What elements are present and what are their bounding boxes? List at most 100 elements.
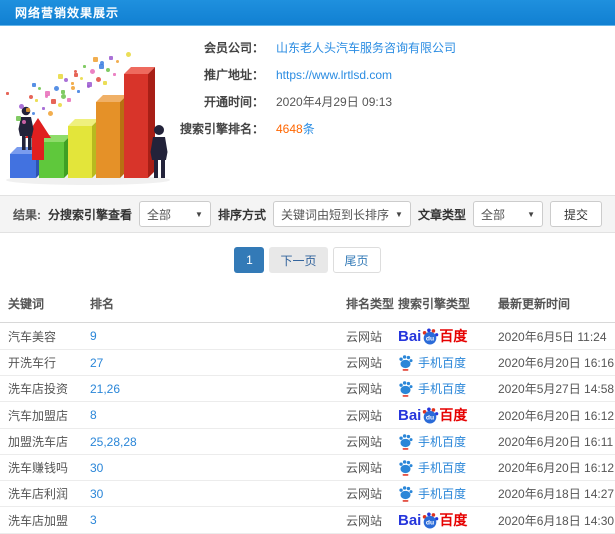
ranking-count-label: 搜索引擎排名： [179,122,264,136]
field-company: 会员公司： 山东老人头汽车服务咨询有限公司 [162,40,615,57]
submit-button[interactable]: 提交 [549,201,602,227]
rank-link[interactable]: 8 [90,408,97,422]
baidu-paw-icon: du [423,407,439,424]
chevron-down-icon: ▼ [395,209,403,219]
time-cell: 2020年6月20日 16:16 [498,349,615,376]
keyword-cell: 洗车店加盟 [0,506,90,534]
rank-link[interactable]: 30 [90,487,103,501]
keyword-cell: 加盟洗车店 [0,428,90,455]
engine-cell: 手机百度 [398,375,498,402]
rank-link[interactable]: 9 [90,329,97,343]
engine-cell: Bai du 百度 [398,322,498,350]
time-cell: 2020年6月20日 16:12 [498,401,615,429]
rank-link[interactable]: 25,28,28 [90,435,137,449]
baidu-paw-icon: du [423,512,439,529]
rank-cell: 8 [90,401,346,429]
mobile-baidu-badge: 手机百度 [398,459,466,476]
time-cell: 2020年5月27日 14:58 [498,375,615,402]
engine-cell: 手机百度 [398,349,498,376]
engine-filter-select[interactable]: 全部 ▼ [138,201,211,227]
rank-type-cell: 云网站 [346,480,398,507]
keyword-cell: 汽车加盟店 [0,401,90,429]
results-table-head: 关键词 排名 排名类型 搜索引擎类型 最新更新时间 [0,286,615,323]
mobile-baidu-paw-icon [399,381,413,397]
company-label: 会员公司： [203,41,264,55]
time-cell: 2020年6月20日 16:11 [498,428,615,455]
sort-filter-label: 排序方式 [217,207,266,222]
rank-type-cell: 云网站 [346,401,398,429]
engine-cell: Bai du 百度 [398,506,498,534]
time-cell: 2020年6月18日 14:30 [498,506,615,534]
next-page-button[interactable]: 下一页 [269,247,328,273]
open-time-label: 开通时间： [203,95,264,109]
header-rank-type: 排名类型 [346,286,398,323]
rank-cell: 27 [90,349,346,376]
table-row: 洗车店加盟 3 云网站 Bai du 百度 2020年6月18日 14:30 [0,506,615,534]
rank-type-cell: 云网站 [346,454,398,481]
rank-link[interactable]: 21,26 [90,382,120,396]
rank-link[interactable]: 3 [90,513,97,527]
mobile-baidu-paw-icon [399,355,413,371]
ranking-count-number: 4648 [276,122,303,136]
time-cell: 2020年6月5日 11:24 [498,322,615,350]
baidu-logo: Bai du 百度 [398,511,468,529]
results-table-body: 汽车美容 9 云网站 Bai du 百度 2020年6月5日 11:24 开洗车行 … [0,322,615,534]
results-table: 关键词 排名 排名类型 搜索引擎类型 最新更新时间 汽车美容 9 云网站 Bai… [0,286,615,534]
field-ranking-count: 搜索引擎排名： 4648条 [162,121,615,138]
rank-type-cell: 云网站 [346,428,398,455]
sort-filter-select[interactable]: 关键词由短到长排序 ▼ [272,201,411,227]
table-row: 汽车加盟店 8 云网站 Bai du 百度 2020年6月20日 16:12 [0,401,615,429]
rank-cell: 30 [90,454,346,481]
mobile-baidu-label: 手机百度 [418,435,467,449]
company-link[interactable]: 山东老人头汽车服务咨询有限公司 [276,40,456,57]
filter-controls: 分搜索引擎查看 全部 ▼ 排序方式 关键词由短到长排序 ▼ 文章类型 全部 ▼ … [48,201,602,227]
mobile-baidu-paw-icon [399,460,413,476]
promo-url-link[interactable]: https://www.lrtlsd.com [276,67,392,84]
rank-type-cell: 云网站 [346,375,398,402]
article-type-filter-value: 全部 [480,207,505,222]
svg-text:du: du [426,336,434,343]
engine-filter-value: 全部 [146,207,171,222]
table-row: 加盟洗车店 25,28,28 云网站 手机百度 2020年6月20日 16:11 [0,428,615,455]
page-1-button[interactable]: 1 [234,247,265,273]
mobile-baidu-label: 手机百度 [418,461,467,475]
chevron-down-icon: ▼ [527,209,535,219]
app-header: 网络营销效果展示 [0,0,615,26]
mobile-baidu-badge: 手机百度 [398,485,466,502]
result-section-label: 结果: [13,207,41,222]
rank-link[interactable]: 30 [90,461,103,475]
engine-cell: 手机百度 [398,480,498,507]
rank-cell: 3 [90,506,346,534]
svg-text:du: du [426,520,434,527]
time-cell: 2020年6月20日 16:12 [498,454,615,481]
mobile-baidu-label: 手机百度 [418,382,467,396]
keyword-cell: 洗车赚钱吗 [0,454,90,481]
table-row: 洗车店投资 21,26 云网站 手机百度 2020年5月27日 14:58 [0,375,615,402]
chevron-down-icon: ▼ [195,209,203,219]
table-row: 开洗车行 27 云网站 手机百度 2020年6月20日 16:16 [0,349,615,376]
mobile-baidu-badge: 手机百度 [398,380,466,397]
engine-cell: 手机百度 [398,454,498,481]
field-open-time: 开通时间： 2020年4月29日 09:13 [162,94,615,111]
promo-url-label: 推广地址： [203,68,264,82]
table-row: 洗车赚钱吗 30 云网站 手机百度 2020年6月20日 16:12 [0,454,615,481]
engine-cell: Bai du 百度 [398,401,498,429]
last-page-button[interactable]: 尾页 [332,247,381,273]
mobile-baidu-paw-icon [399,486,413,502]
ranking-count-value: 4648条 [276,121,315,138]
baidu-paw-icon: du [423,328,439,345]
keyword-cell: 洗车店利润 [0,480,90,507]
mobile-baidu-label: 手机百度 [418,487,467,501]
article-type-filter-select[interactable]: 全部 ▼ [472,201,543,227]
keyword-cell: 开洗车行 [0,349,90,376]
keyword-cell: 洗车店投资 [0,375,90,402]
keyword-cell: 汽车美容 [0,322,90,350]
rank-cell: 30 [90,480,346,507]
rank-link[interactable]: 27 [90,356,103,370]
mobile-baidu-paw-icon [399,434,413,450]
rank-cell: 25,28,28 [90,428,346,455]
mobile-baidu-badge: 手机百度 [398,433,466,450]
page-title: 网络营销效果展示 [15,6,120,20]
table-row: 汽车美容 9 云网站 Bai du 百度 2020年6月5日 11:24 [0,322,615,350]
time-cell: 2020年6月18日 14:27 [498,480,615,507]
